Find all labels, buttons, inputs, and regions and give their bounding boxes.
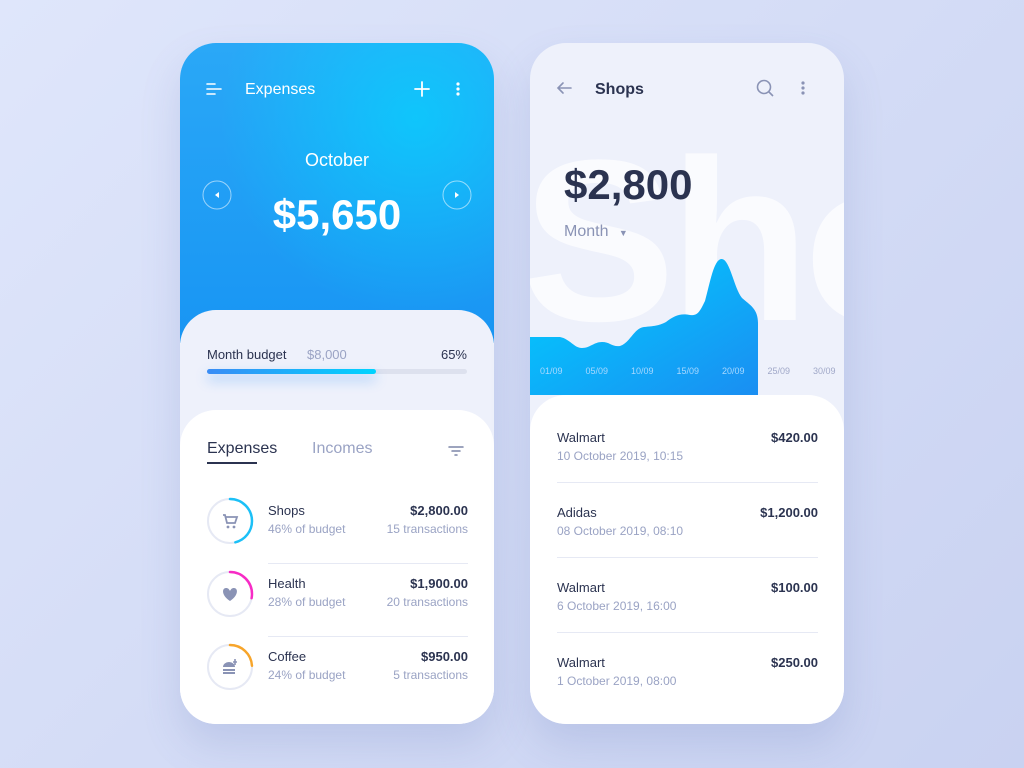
chart-tick-label: 01/09 <box>540 366 563 376</box>
category-name: Coffee <box>268 649 307 664</box>
shops-screen: Shops Shops $2,800 Month ▼ 01/0905/0910/… <box>530 43 844 724</box>
category-row-health[interactable]: Health 28% of budget $1,900.00 20 transa… <box>206 570 468 637</box>
category-amount: $2,800.00 <box>410 503 468 518</box>
add-icon[interactable] <box>414 81 430 97</box>
transaction-row[interactable]: Walmart 1 October 2019, 08:00 $250.00 <box>557 655 818 724</box>
page-title: Expenses <box>245 81 316 98</box>
budget-progress-bar <box>207 369 467 374</box>
budget-label: Month budget <box>207 347 287 362</box>
category-transactions: 5 transactions <box>393 668 468 682</box>
active-tab-indicator <box>207 462 257 464</box>
transaction-date: 1 October 2019, 08:00 <box>557 674 677 688</box>
tab-expenses[interactable]: Expenses <box>207 440 277 458</box>
category-amount: $950.00 <box>421 649 468 664</box>
category-row-coffee[interactable]: Coffee 24% of budget $950.00 5 transacti… <box>206 643 468 703</box>
transaction-amount: $420.00 <box>771 430 818 445</box>
divider <box>268 563 468 564</box>
category-progress-ring <box>206 643 254 691</box>
divider <box>557 632 818 633</box>
budget-percent: 65% <box>440 347 467 362</box>
chart-tick-label: 20/09 <box>722 366 745 376</box>
chart-tick-label: 30/09 <box>813 366 836 376</box>
expenses-screen: Expenses October $5,650 Month budget $8,… <box>180 43 494 724</box>
chart-tick-label: 15/09 <box>676 366 700 376</box>
chart-tick-label: 10/09 <box>631 366 654 376</box>
budget-progress-fill <box>207 369 376 374</box>
next-month-button[interactable] <box>442 180 472 210</box>
category-row-shops[interactable]: Shops 46% of budget $2,800.00 15 transac… <box>206 497 468 564</box>
category-name: Shops <box>268 503 305 518</box>
tab-incomes[interactable]: Incomes <box>312 440 372 458</box>
category-progress-ring <box>206 570 254 618</box>
month-label: October <box>304 150 370 170</box>
category-amount: $1,900.00 <box>410 576 468 591</box>
more-icon[interactable] <box>455 81 461 97</box>
budget-amount: $8,000 <box>307 347 347 362</box>
transaction-date: 6 October 2019, 16:00 <box>557 599 677 613</box>
category-transactions: 20 transactions <box>386 595 468 609</box>
chart-tick-label: 25/09 <box>767 366 791 376</box>
category-progress-ring <box>206 497 254 545</box>
chart-tick-label: 05/09 <box>585 366 609 376</box>
transaction-row[interactable]: Walmart 10 October 2019, 10:15 $420.00 <box>557 430 818 505</box>
categories-panel: Expenses Incomes Shops 46% of budget $2,… <box>180 410 494 724</box>
divider <box>557 482 818 483</box>
transaction-date: 10 October 2019, 10:15 <box>557 449 684 463</box>
filter-icon[interactable] <box>448 445 464 457</box>
divider <box>557 557 818 558</box>
spending-area-chart <box>530 258 758 395</box>
transaction-amount: $250.00 <box>771 655 818 670</box>
divider <box>268 636 468 637</box>
transactions-panel: Walmart 10 October 2019, 10:15 $420.00 A… <box>530 395 844 724</box>
category-budget-share: 24% of budget <box>268 668 346 682</box>
category-name: Health <box>268 576 306 591</box>
transaction-amount: $100.00 <box>771 580 818 595</box>
transaction-date: 08 October 2019, 08:10 <box>557 524 684 538</box>
category-transactions: 15 transactions <box>386 522 468 536</box>
transaction-amount: $1,200.00 <box>760 505 818 520</box>
transaction-merchant: Walmart <box>557 580 605 595</box>
transaction-merchant: Walmart <box>557 430 605 445</box>
transaction-row[interactable]: Adidas 08 October 2019, 08:10 $1,200.00 <box>557 505 818 580</box>
menu-icon[interactable] <box>206 82 222 96</box>
transaction-merchant: Adidas <box>557 505 597 520</box>
previous-month-button[interactable] <box>202 180 232 210</box>
transaction-merchant: Walmart <box>557 655 605 670</box>
transaction-row[interactable]: Walmart 6 October 2019, 16:00 $100.00 <box>557 580 818 655</box>
category-budget-share: 46% of budget <box>268 522 346 536</box>
category-budget-share: 28% of budget <box>268 595 346 609</box>
